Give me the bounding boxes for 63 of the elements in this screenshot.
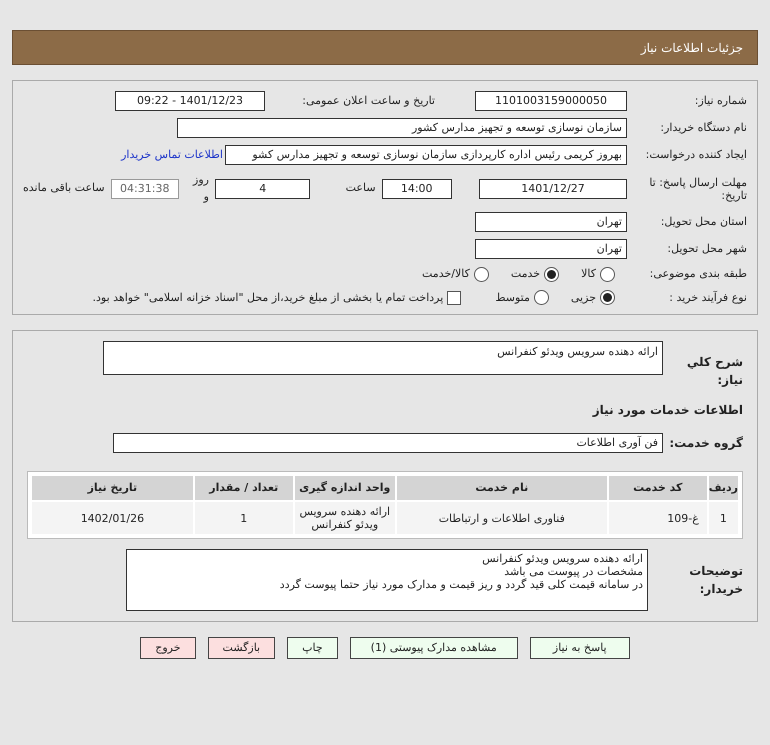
column-header: تعداد / مقدار [194,476,293,500]
checkbox[interactable] [447,290,462,305]
buyer-contact-link[interactable]: اطلاعات تماس خریدار [121,146,223,164]
section-title: اطلاعات خدمات مورد نیاز [592,402,743,419]
text-field[interactable]: بهروز کریمی رئیس اداره کارپردازی سازمان نوسازی توسعه و تجهیز مدارس کشو [225,145,627,165]
field-label: گروه خدمت: [668,435,743,452]
text-field[interactable]: 14:00 [382,178,452,198]
action-button[interactable]: پاسخ به نیاز [530,637,630,659]
field-label: شهر محل تحویل: [666,240,747,257]
notes-line: ارائه دهنده سرویس ویدئو کنفرانس [482,552,643,565]
field-label: استان محل تحویل: [660,214,747,230]
notes-line: مشخصات در پیوست می باشد [504,565,643,578]
action-button[interactable]: چاپ [287,637,338,659]
field-label: نام دستگاه خریدار: [659,120,747,136]
text-field[interactable]: 1401/12/23 - 09:22 [115,91,265,111]
radio-button[interactable] [534,290,549,306]
text-field[interactable]: تهران [475,212,627,232]
field-label: نوع فرآیند خرید : [668,290,747,306]
radio-button[interactable] [600,266,615,282]
table-cell: غ-109 [608,502,707,534]
column-header: تاریخ نیاز [32,476,193,500]
radio-button[interactable] [544,266,560,282]
radio-label: کالا [581,266,596,282]
field-label: شرح كلي نياز: [686,354,743,389]
field-label: شماره نیاز: [694,92,747,109]
radio-label: جزیی [570,290,596,306]
text-field[interactable]: 1101003159000050 [475,91,627,111]
field-label: مهلت ارسال پاسخ: تا تاریخ: [648,176,747,202]
text-field[interactable]: فن آوری اطلاعات [113,433,663,453]
radio-button[interactable] [600,290,615,306]
field-label: ایجاد کننده درخواست: [644,146,747,163]
column-header: ردیف [708,476,738,500]
checkbox-label: پرداخت تمام یا بخشی از مبلغ خرید،از محل "اسناد خزانه اسلامی" خواهد بود. [92,290,444,306]
column-header: نام خدمت [396,476,607,500]
radio-label: کالا/خدمت [422,266,470,282]
field-label: روز و [192,172,209,205]
description-field[interactable]: ارائه دهنده سرویس ویدئو کنفرانس [103,341,663,375]
radio-label: خدمت [510,266,540,282]
field-label: تاریخ و ساعت اعلان عمومی: [301,92,435,109]
field-label: توضیحات خریدار: [688,563,743,598]
action-button[interactable]: خروج [140,637,196,659]
table-cell: 1 [708,502,738,534]
buyer-notes-field[interactable]: ارائه دهنده سرویس ویدئو کنفرانس مشخصات در پیوست می باشد در سامانه قیمت کلی قید گردد و ریز قیمت و مدارک مورد نیاز حتما پیوست گردد [126,549,648,611]
action-button[interactable]: مشاهده مدارک پیوستی (1) [350,637,518,659]
column-header: کد خدمت [608,476,707,500]
field-label: طبقه بندی موضوعی: [648,266,747,282]
table-cell: 1 [194,502,293,534]
countdown-field[interactable]: 04:31:38 [110,178,179,198]
action-button[interactable]: بازگشت [208,637,276,659]
table-cell: فناوری اطلاعات و ارتباطات [396,502,607,534]
table-cell: 1402/01/26 [32,502,193,534]
table-cell: ارائه دهنده سرویس ویدئو کنفرانس [294,502,395,534]
text-field[interactable]: تهران [475,239,627,259]
field-label: ساعت [346,180,376,196]
field-label: ساعت باقی مانده [23,180,105,196]
text-field[interactable]: سازمان نوسازی توسعه و تجهیز مدارس کشور [177,118,627,138]
radio-button[interactable] [474,266,489,282]
notes-line: در سامانه قیمت کلی قید گردد و ریز قیمت و مدارک مورد نیاز حتما پیوست گردد [280,578,643,591]
text-field[interactable]: 1401/12/27 [479,178,627,198]
column-header: واحد اندازه گیری [294,476,395,500]
page-header: جزئیات اطلاعات نیاز [12,30,758,65]
text-field[interactable]: 4 [214,178,310,198]
radio-label: متوسط [495,290,530,306]
